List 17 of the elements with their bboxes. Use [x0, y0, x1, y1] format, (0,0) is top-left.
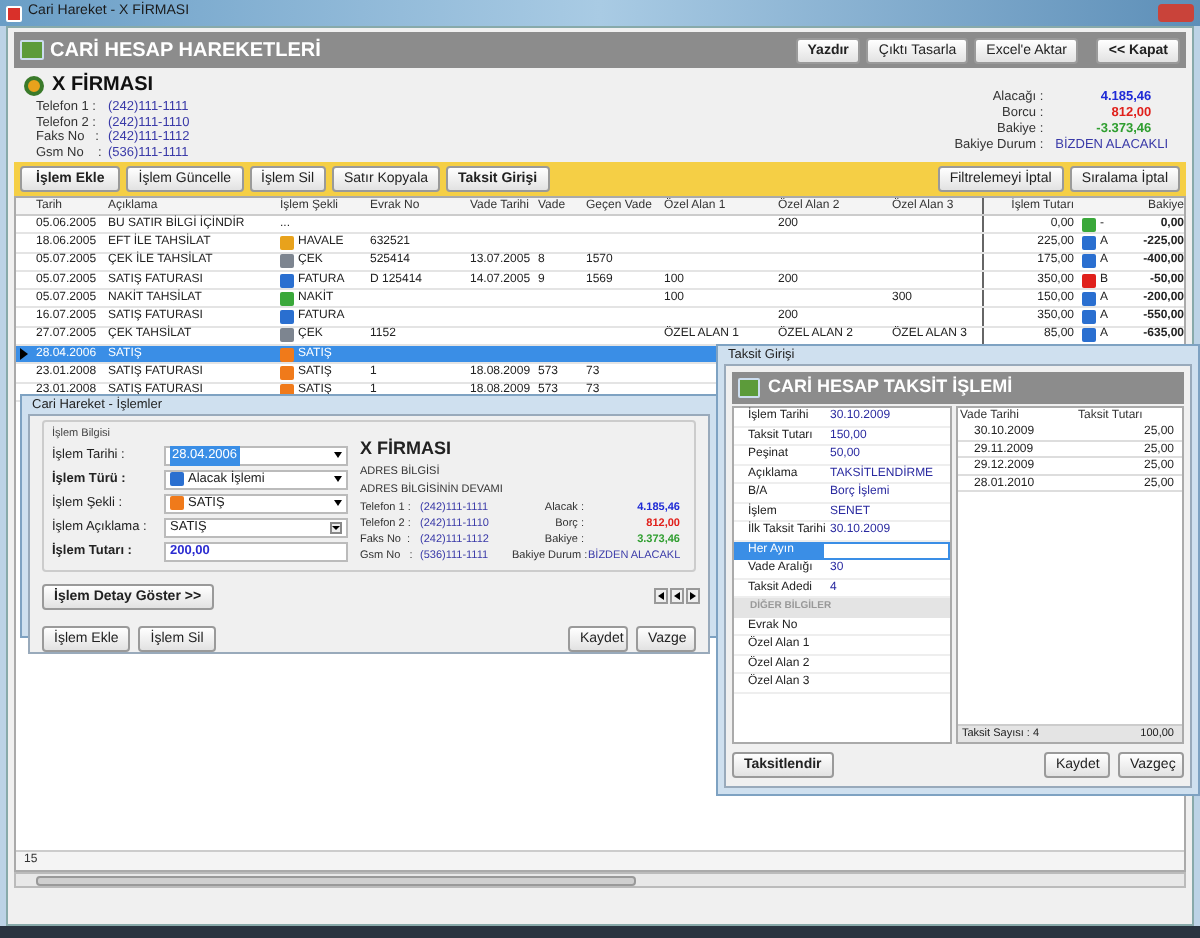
dropdown-caret-icon[interactable] — [330, 521, 342, 534]
dropdown-caret-icon — [334, 476, 342, 483]
logo-icon — [738, 378, 760, 398]
app-icon — [6, 5, 22, 21]
row-pointer-icon — [20, 348, 28, 361]
company-name: X FİRMASI — [360, 436, 454, 462]
scrollbar-thumb[interactable] — [36, 875, 636, 885]
company-name: X FİRMASI — [52, 70, 154, 100]
first-record-icon[interactable] — [654, 588, 668, 604]
dropdown-caret-icon — [334, 500, 342, 507]
header-title: CARİ HESAP HAREKETLERİ — [50, 36, 321, 65]
logo-icon — [20, 40, 44, 60]
next-icon[interactable] — [686, 588, 700, 604]
dropdown-caret-icon — [334, 452, 342, 459]
horizontal-scrollbar[interactable] — [14, 872, 1186, 888]
company-icon — [24, 75, 44, 95]
previous-icon[interactable] — [670, 588, 684, 604]
